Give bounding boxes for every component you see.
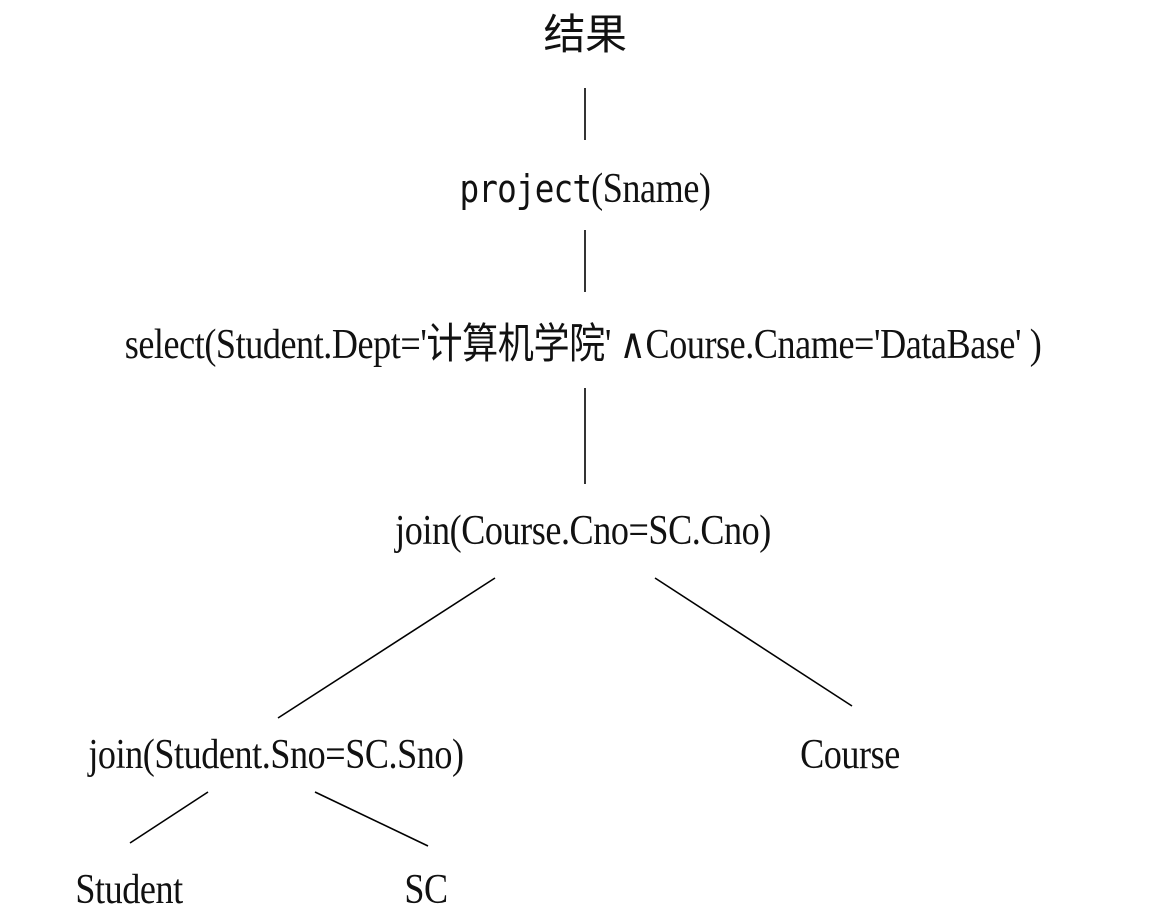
course-leaf-node: Course xyxy=(800,732,900,778)
edge-join-left-student xyxy=(129,791,209,844)
sc-leaf-node: SC xyxy=(404,867,448,913)
project-keyword: project xyxy=(459,167,592,211)
query-tree-diagram: 结果 project(Sname) select(Student.Dept='计… xyxy=(0,0,1167,920)
project-args: (Sname) xyxy=(591,166,711,212)
edge-join-left-sc xyxy=(314,791,429,847)
root-result-node: 结果 xyxy=(543,10,627,59)
edge-join-top-course xyxy=(654,577,853,707)
project-node: project(Sname) xyxy=(459,166,711,212)
select-node: select(Student.Dept='计算机学院' ∧Course.Cnam… xyxy=(124,322,1042,368)
join-left-node: join(Student.Sno=SC.Sno) xyxy=(88,732,464,778)
tree-edges xyxy=(129,88,853,847)
student-leaf-node: Student xyxy=(75,867,183,913)
edge-join-top-join-left xyxy=(277,577,496,719)
join-top-node: join(Course.Cno=SC.Cno) xyxy=(395,508,771,554)
